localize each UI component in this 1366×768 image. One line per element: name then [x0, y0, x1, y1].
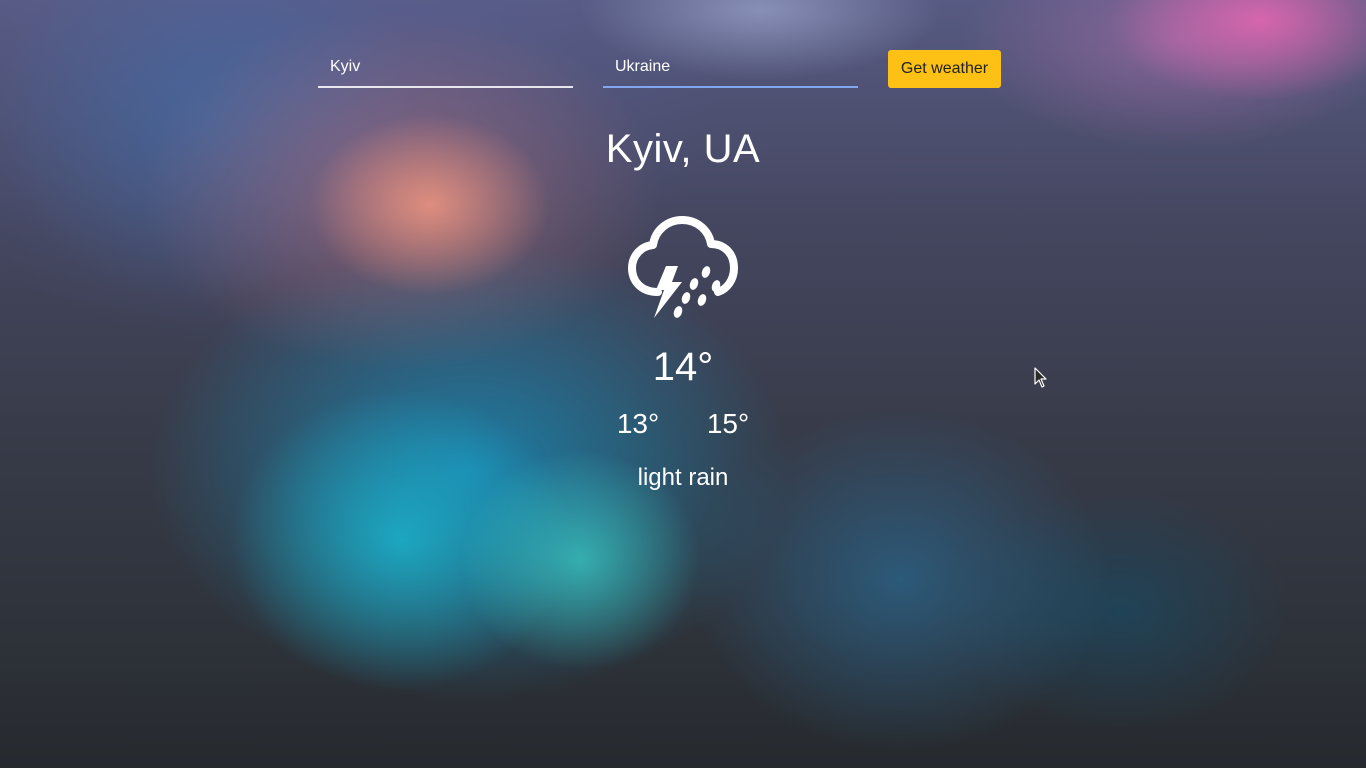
- min-temperature: 13°: [616, 408, 660, 439]
- country-input[interactable]: [603, 48, 858, 88]
- city-input[interactable]: [318, 48, 573, 88]
- mouse-pointer-icon: [1034, 367, 1048, 389]
- get-weather-button[interactable]: Get weather: [888, 50, 1001, 88]
- search-form: Get weather: [318, 48, 1001, 88]
- temperature-range: 13° 15°: [0, 408, 1366, 440]
- thunderstorm-rain-icon: [628, 216, 738, 322]
- weather-description: light rain: [637, 464, 729, 491]
- current-temperature: 14°: [652, 345, 714, 389]
- location-title: Kyiv, UA: [605, 127, 761, 171]
- max-temperature: 15°: [706, 408, 750, 439]
